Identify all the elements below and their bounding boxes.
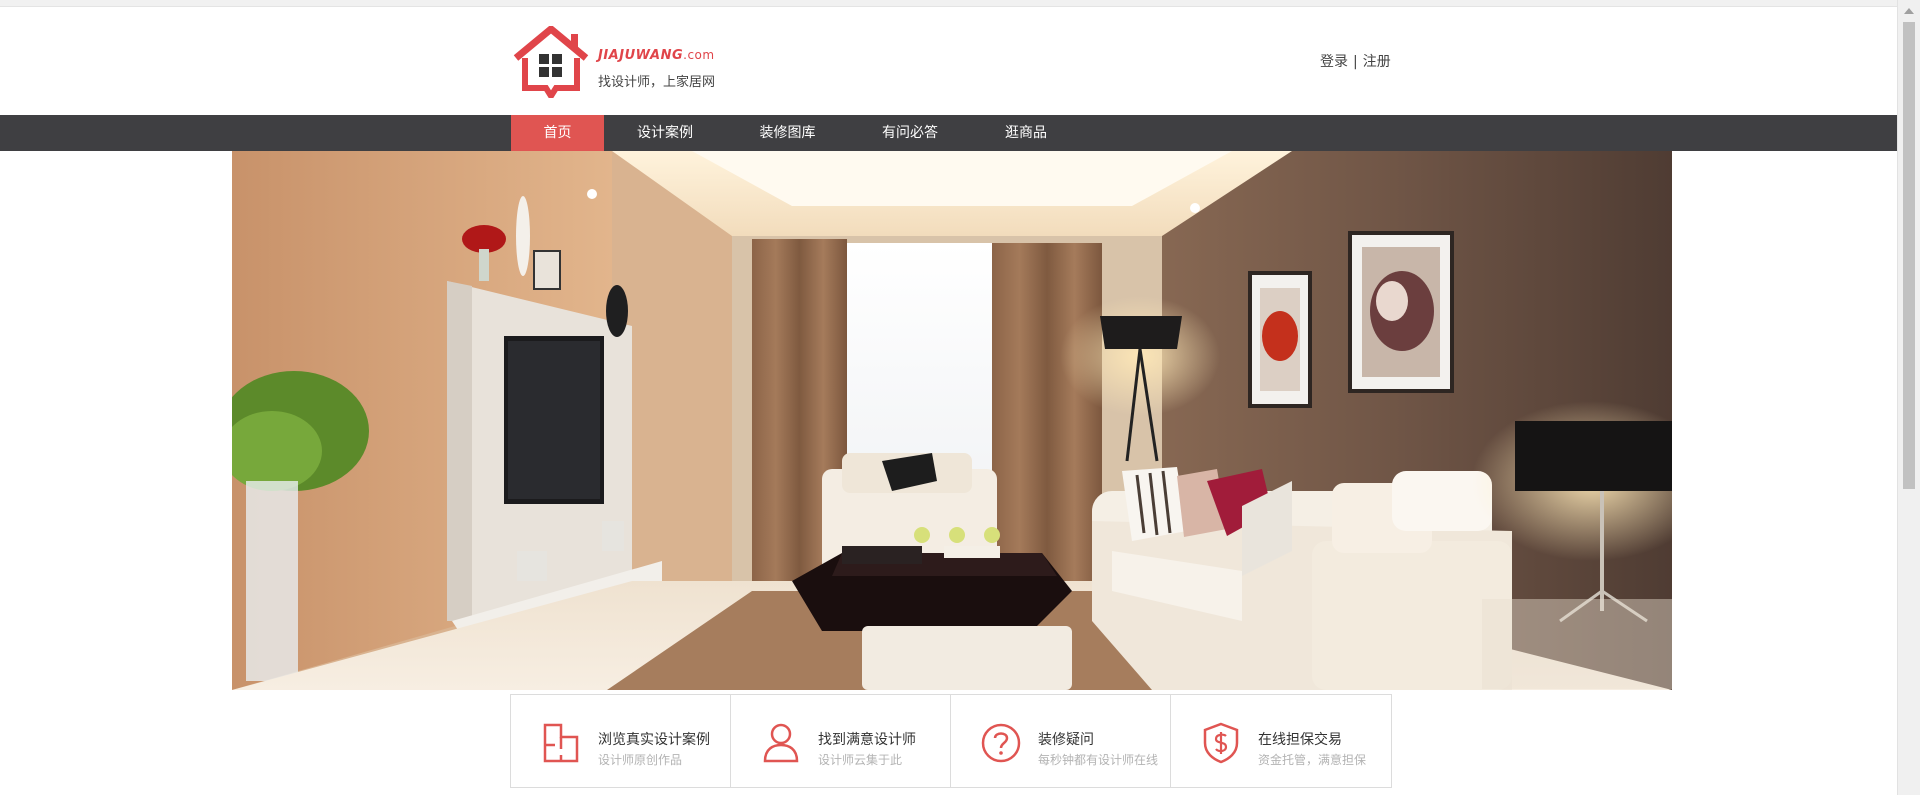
feature-escrow[interactable]: 在线担保交易 资金托管，满意担保	[1171, 695, 1390, 787]
feature-design-cases[interactable]: 浏览真实设计案例 设计师原创作品	[511, 695, 731, 787]
floorplan-icon	[543, 723, 579, 763]
auth-links: 登录 | 注册	[1320, 51, 1391, 71]
nav-item-home[interactable]: 首页	[511, 115, 604, 151]
main-nav: 首页 设计案例 装修图库 有问必答 逛商品	[0, 115, 1898, 151]
register-link[interactable]: 注册	[1363, 54, 1391, 70]
login-link[interactable]: 登录	[1320, 54, 1348, 70]
feature-find-designer[interactable]: 找到满意设计师 设计师云集于此	[731, 695, 951, 787]
logo-brand-suffix: .com	[683, 48, 715, 62]
nav-item-design-cases[interactable]: 设计案例	[618, 115, 712, 151]
feature-questions[interactable]: 装修疑问 每秒钟都有设计师在线	[951, 695, 1171, 787]
feature-title: 在线担保交易	[1258, 732, 1342, 748]
logo-brand: JIAJUWANG.com	[598, 48, 715, 63]
feature-title: 找到满意设计师	[818, 732, 916, 748]
user-icon	[763, 723, 799, 763]
feature-title: 浏览真实设计案例	[598, 732, 710, 748]
scroll-up-arrow-icon[interactable]	[1904, 8, 1914, 14]
feature-subtitle: 每秒钟都有设计师在线	[1038, 753, 1159, 767]
scroll-thumb[interactable]	[1903, 22, 1915, 489]
site-logo[interactable]: JIAJUWANG.com 找设计师，上家居网	[512, 26, 716, 98]
nav-item-qa[interactable]: 有问必答	[863, 115, 957, 151]
logo-slogan: 找设计师，上家居网	[598, 75, 716, 90]
feature-title: 装修疑问	[1038, 732, 1094, 748]
feature-bar: 浏览真实设计案例 设计师原创作品 找到满意设计师 设计师云集于此 装修疑问 每秒…	[510, 694, 1392, 788]
nav-item-gallery[interactable]: 装修图库	[740, 115, 835, 151]
question-icon	[981, 723, 1021, 763]
site-header: JIAJUWANG.com 找设计师，上家居网 登录 | 注册	[0, 6, 1898, 115]
feature-subtitle: 设计师云集于此	[818, 753, 903, 767]
nav-item-shop[interactable]: 逛商品	[986, 115, 1066, 151]
living-room-banner	[232, 151, 1672, 690]
feature-subtitle: 资金托管，满意担保	[1258, 753, 1367, 767]
shield-dollar-icon	[1203, 722, 1239, 764]
page-scrollbar[interactable]	[1897, 0, 1920, 795]
feature-subtitle: 设计师原创作品	[598, 753, 683, 767]
house-logo-icon	[513, 26, 589, 98]
auth-separator: |	[1353, 54, 1358, 70]
hero-banner[interactable]	[232, 151, 1672, 690]
